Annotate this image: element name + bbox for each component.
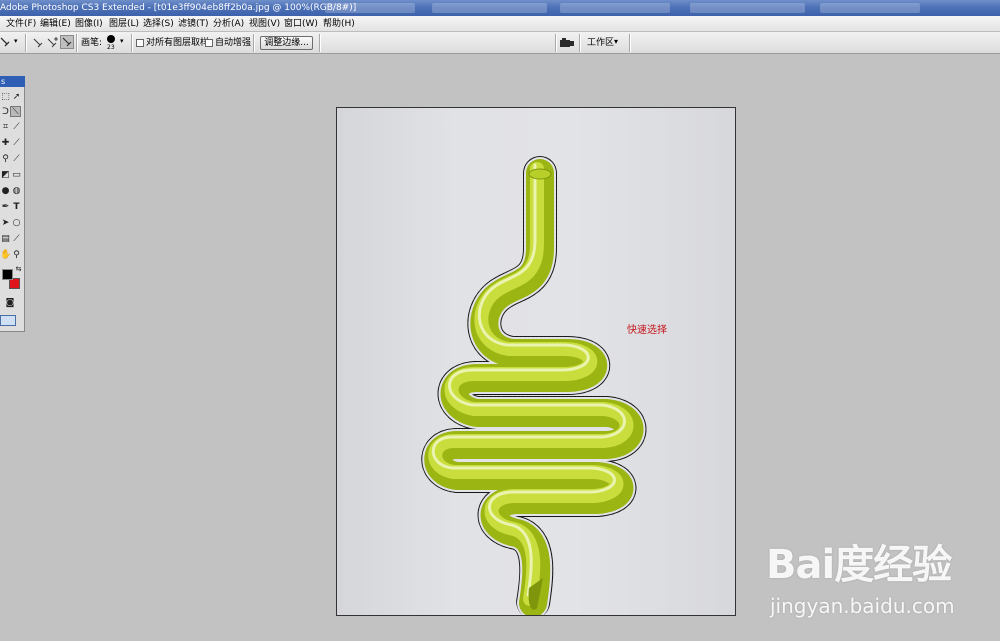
options-bar: ▾ 画笔: 23 ▾ 对所有图层取样 自动增强 调整边缘... 工作区 ▾	[0, 32, 1000, 54]
history-brush-icon[interactable]: ⟋	[11, 154, 22, 165]
menu-view[interactable]: 视图(V)	[249, 16, 280, 32]
subtract-from-selection-button[interactable]	[60, 35, 74, 49]
eraser-icon[interactable]: ◩	[0, 170, 11, 181]
brush-preview-icon[interactable]	[106, 34, 116, 44]
sample-all-layers-checkbox[interactable]	[136, 39, 144, 47]
quick-mask-icon[interactable]: ◙	[3, 298, 17, 309]
crop-icon[interactable]: ⌗	[0, 122, 11, 133]
menu-select[interactable]: 选择(S)	[143, 16, 174, 32]
subtract-selection-icon	[62, 37, 72, 47]
zoom-icon[interactable]: ⚲	[11, 250, 22, 261]
annotation-label: 快速选择	[627, 325, 667, 336]
brush-icon[interactable]: ⟋	[11, 138, 22, 149]
menu-edit[interactable]: 编辑(E)	[40, 16, 71, 32]
screen-mode-icon[interactable]	[0, 315, 16, 326]
quick-selection-icon[interactable]: ⟍	[10, 106, 21, 117]
add-to-selection-icon[interactable]	[46, 36, 60, 50]
move-icon[interactable]: ➚	[11, 92, 22, 103]
path-selection-icon[interactable]: ➤	[0, 218, 11, 229]
bridge-icon[interactable]	[559, 37, 575, 49]
quick-selection-icon[interactable]	[0, 37, 12, 49]
auto-enhance-checkbox[interactable]	[205, 39, 213, 47]
title-bar: Adobe Photoshop CS3 Extended - [t01e3ff9…	[0, 0, 1000, 16]
notes-icon[interactable]: ▤	[0, 234, 11, 245]
menu-window[interactable]: 窗口(W)	[284, 16, 318, 32]
document-canvas[interactable]	[336, 107, 736, 616]
menu-bar: 文件(F) 编辑(E) 图像(I) 图层(L) 选择(S) 滤镜(T) 分析(A…	[0, 16, 1000, 32]
tool-preset-chevron-icon[interactable]: ▾	[14, 37, 18, 45]
taskbar-tab[interactable]	[690, 3, 805, 13]
refine-edge-button[interactable]: 调整边缘...	[260, 36, 313, 50]
baidu-jingyan-logo: Bai度经验	[766, 542, 952, 588]
workspace-menu[interactable]: 工作区	[587, 37, 614, 49]
swap-colors-icon[interactable]: ⇆	[13, 264, 24, 275]
tools-panel-header[interactable]: s	[0, 76, 25, 87]
workspace-chevron-icon[interactable]: ▾	[614, 37, 618, 46]
menu-filter[interactable]: 滤镜(T)	[178, 16, 209, 32]
taskbar-tab[interactable]	[432, 3, 547, 13]
new-selection-icon[interactable]	[32, 36, 46, 50]
eyedropper-icon[interactable]: ⟋	[11, 234, 22, 245]
healing-icon[interactable]: ✚	[0, 138, 11, 149]
sample-all-layers-label[interactable]: 对所有图层取样	[146, 37, 209, 49]
blur-icon[interactable]: ●	[0, 186, 11, 197]
marquee-icon[interactable]: ⬚	[0, 92, 11, 103]
brush-size: 23	[107, 44, 115, 51]
clone-stamp-icon[interactable]: ⚲	[0, 154, 11, 165]
gradient-icon[interactable]: ▭	[11, 170, 22, 181]
slice-icon[interactable]: ⟋	[11, 122, 22, 133]
menu-file[interactable]: 文件(F)	[6, 16, 36, 32]
pen-icon[interactable]: ✒	[0, 202, 11, 213]
window-title: Adobe Photoshop CS3 Extended - [t01e3ff9…	[0, 3, 357, 13]
menu-analysis[interactable]: 分析(A)	[213, 16, 244, 32]
menu-image[interactable]: 图像(I)	[75, 16, 103, 32]
brush-label: 画笔:	[81, 38, 103, 48]
auto-enhance-label[interactable]: 自动增强	[215, 37, 251, 49]
dodge-icon[interactable]: ◍	[11, 186, 22, 197]
pasta-object-image	[421, 156, 647, 615]
watermark-url: jingyan.baidu.com	[770, 594, 955, 618]
brush-picker-chevron-icon[interactable]: ▾	[120, 37, 124, 45]
taskbar-tab[interactable]	[560, 3, 670, 13]
tools-panel: s ⬚ ➚ ᑐ ⟍ ⌗ ⟋ ✚ ⟋ ⚲ ⟋ ◩ ▭ ● ◍ ✒ T ➤ ○ ▤ …	[0, 76, 25, 332]
menu-help[interactable]: 帮助(H)	[323, 16, 355, 32]
taskbar-tab[interactable]	[325, 3, 415, 13]
menu-layer[interactable]: 图层(L)	[109, 16, 139, 32]
taskbar-tab[interactable]	[820, 3, 920, 13]
hand-icon[interactable]: ✋	[0, 250, 11, 261]
shape-icon[interactable]: ○	[11, 218, 22, 229]
type-icon[interactable]: T	[11, 202, 22, 213]
foreground-color-swatch[interactable]	[2, 269, 13, 280]
